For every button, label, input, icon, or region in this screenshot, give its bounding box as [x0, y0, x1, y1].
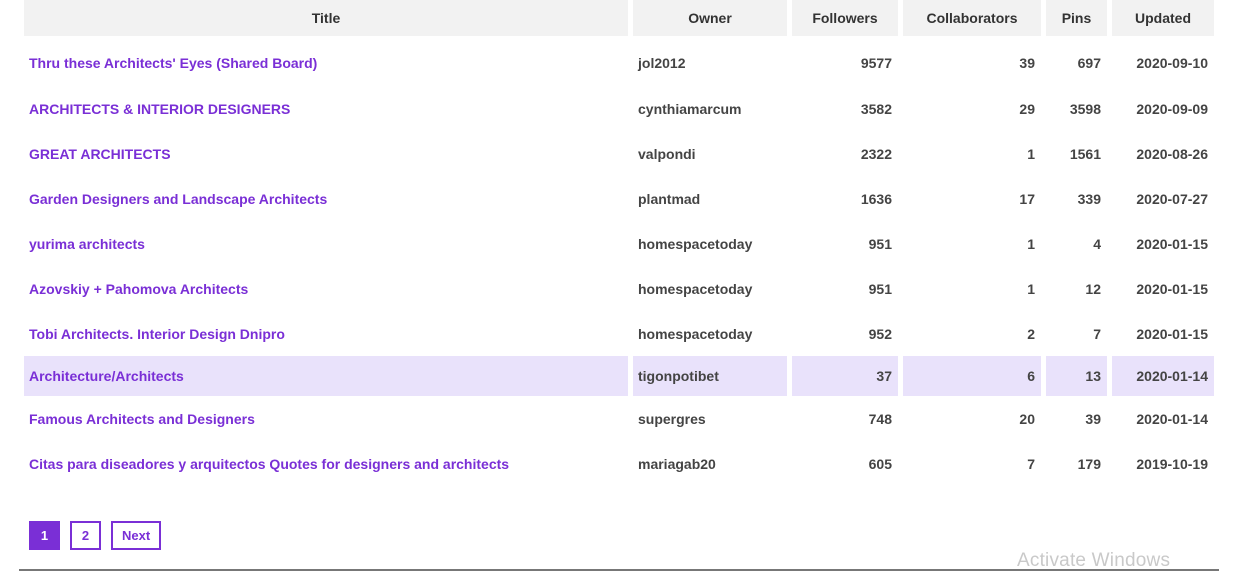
table-row: Garden Designers and Landscape Architect…: [24, 176, 1214, 221]
board-title-link[interactable]: Citas para diseadores y arquitectos Quot…: [29, 456, 509, 472]
board-title-link[interactable]: Tobi Architects. Interior Design Dnipro: [29, 326, 285, 342]
cell-owner: homespacetoday: [638, 280, 753, 297]
cell-title: yurima architects: [24, 221, 628, 266]
board-title-link[interactable]: yurima architects: [29, 236, 145, 252]
cell-title: Azovskiy + Pahomova Architects: [24, 266, 628, 311]
cell-pins: 4: [1093, 235, 1101, 252]
cell-updated: 2020-01-15: [1136, 325, 1208, 342]
column-header-collaborators[interactable]: Collaborators: [903, 0, 1041, 36]
board-title-link[interactable]: ARCHITECTS & INTERIOR DESIGNERS: [29, 101, 290, 117]
cell-updated: 2020-01-15: [1136, 235, 1208, 252]
cell-title: Architecture/Architects: [24, 356, 628, 396]
board-title-link[interactable]: Thru these Architects' Eyes (Shared Boar…: [29, 55, 317, 71]
column-header-followers[interactable]: Followers: [792, 0, 898, 36]
cell-updated: 2020-09-10: [1136, 54, 1208, 71]
cell-collaborators: 17: [1019, 190, 1035, 207]
cell-collaborators: 20: [1019, 410, 1035, 427]
cell-pins: 179: [1077, 455, 1101, 472]
cell-updated: 2020-09-09: [1136, 100, 1208, 117]
cell-owner: mariagab20: [638, 455, 716, 472]
cell-collaborators: 39: [1019, 54, 1035, 71]
cell-owner: homespacetoday: [638, 325, 753, 342]
table-row: ARCHITECTS & INTERIOR DESIGNERS cynthiam…: [24, 86, 1214, 131]
cell-title: GREAT ARCHITECTS: [24, 131, 628, 176]
cell-pins: 7: [1093, 325, 1101, 342]
cell-updated: 2019-10-19: [1136, 455, 1208, 472]
cell-pins: 39: [1085, 410, 1101, 427]
cell-collaborators: 29: [1019, 100, 1035, 117]
table-row: GREAT ARCHITECTS valpondi 2322 1 1561 20…: [24, 131, 1214, 176]
table-row: Thru these Architects' Eyes (Shared Boar…: [24, 36, 1214, 86]
next-page-button[interactable]: Next: [111, 521, 162, 550]
cell-followers: 37: [792, 356, 898, 396]
cell-followers: 9577: [860, 54, 892, 71]
cell-title: Garden Designers and Landscape Architect…: [24, 176, 628, 221]
cell-updated: 2020-07-27: [1136, 190, 1208, 207]
cell-owner: plantmad: [638, 190, 701, 207]
cell-owner: cynthiamarcum: [638, 100, 742, 117]
board-title-link[interactable]: Architecture/Architects: [29, 368, 184, 384]
cell-followers: 2322: [860, 145, 892, 162]
cell-title: Tobi Architects. Interior Design Dnipro: [24, 311, 628, 356]
column-header-owner[interactable]: Owner: [633, 0, 787, 36]
boards-page: Title Owner Followers Collaborators Pins…: [0, 0, 1253, 574]
cell-updated: 2020-08-26: [1136, 145, 1208, 162]
cell-collaborators: 1: [1027, 280, 1035, 297]
cell-pins: 12: [1085, 280, 1101, 297]
cell-followers: 3582: [860, 100, 892, 117]
table-row: Tobi Architects. Interior Design Dnipro …: [24, 311, 1214, 356]
cell-owner: homespacetoday: [638, 235, 753, 252]
cell-owner: jol2012: [638, 54, 686, 71]
cell-collaborators: 6: [903, 356, 1041, 396]
cell-title: Famous Architects and Designers: [24, 396, 628, 441]
board-title-link[interactable]: Garden Designers and Landscape Architect…: [29, 191, 327, 207]
board-title-link[interactable]: Famous Architects and Designers: [29, 411, 255, 427]
table-row: Citas para diseadores y arquitectos Quot…: [24, 441, 1214, 486]
cell-title: ARCHITECTS & INTERIOR DESIGNERS: [24, 86, 628, 131]
cell-collaborators: 7: [1027, 455, 1035, 472]
page-2-button[interactable]: 2: [70, 521, 101, 550]
cell-owner: valpondi: [638, 145, 696, 162]
table-row: yurima architects homespacetoday 951 1 4…: [24, 221, 1214, 266]
column-header-pins[interactable]: Pins: [1046, 0, 1107, 36]
table-header-row: Title Owner Followers Collaborators Pins…: [24, 0, 1214, 36]
board-title-link[interactable]: GREAT ARCHITECTS: [29, 146, 171, 162]
cell-followers: 952: [868, 325, 892, 342]
cell-collaborators: 1: [1027, 145, 1035, 162]
cell-followers: 951: [868, 235, 892, 252]
board-title-link[interactable]: Azovskiy + Pahomova Architects: [29, 281, 248, 297]
pagination: 1 2 Next: [29, 521, 162, 550]
cell-owner: tigonpotibet: [633, 356, 787, 396]
cell-followers: 748: [868, 410, 892, 427]
cell-title: Citas para diseadores y arquitectos Quot…: [24, 441, 628, 486]
cell-followers: 605: [868, 455, 892, 472]
table-row: Famous Architects and Designers supergre…: [24, 396, 1214, 441]
cell-pins: 339: [1077, 190, 1101, 207]
column-header-updated[interactable]: Updated: [1112, 0, 1214, 36]
boards-table: Title Owner Followers Collaborators Pins…: [19, 0, 1219, 486]
cell-updated: 2020-01-15: [1136, 280, 1208, 297]
page-1-button[interactable]: 1: [29, 521, 60, 550]
table-row: Azovskiy + Pahomova Architects homespace…: [24, 266, 1214, 311]
cell-collaborators: 1: [1027, 235, 1035, 252]
cell-title: Thru these Architects' Eyes (Shared Boar…: [24, 36, 628, 86]
cell-pins: 13: [1046, 356, 1107, 396]
activate-windows-watermark: Activate Windows: [1017, 550, 1171, 571]
table-row-highlighted: Architecture/Architects tigonpotibet 37 …: [24, 356, 1214, 396]
cell-collaborators: 2: [1027, 325, 1035, 342]
cell-followers: 951: [868, 280, 892, 297]
cell-updated: 2020-01-14: [1112, 356, 1214, 396]
cell-updated: 2020-01-14: [1136, 410, 1208, 427]
cell-followers: 1636: [860, 190, 892, 207]
cell-pins: 3598: [1069, 100, 1101, 117]
column-header-title[interactable]: Title: [24, 0, 628, 36]
cell-owner: supergres: [638, 410, 706, 427]
cell-pins: 697: [1077, 54, 1101, 71]
cell-pins: 1561: [1069, 145, 1101, 162]
